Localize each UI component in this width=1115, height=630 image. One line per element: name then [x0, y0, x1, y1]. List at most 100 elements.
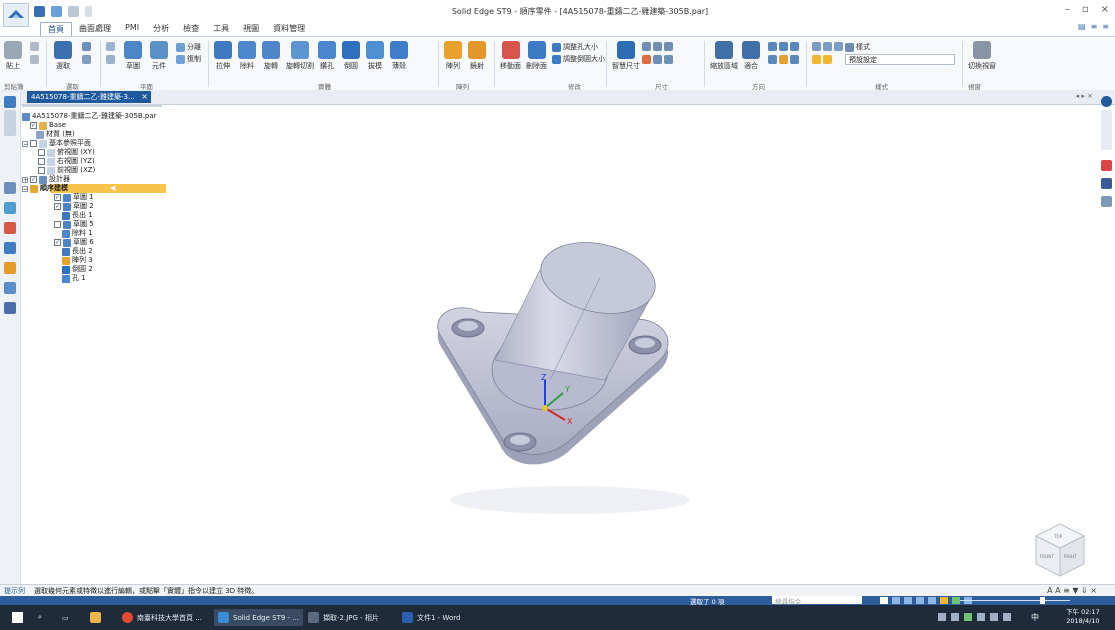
taskbar-item-solid-edge[interactable]: Solid Edge ST9 - ... [214, 609, 303, 626]
select-filter-button[interactable] [82, 42, 91, 51]
save-icon[interactable] [34, 5, 45, 17]
pathfinder-icon[interactable] [4, 96, 16, 108]
mirror-button[interactable]: 鏡射 [468, 41, 486, 71]
visibility-checkbox[interactable] [38, 167, 45, 174]
visibility-checkbox[interactable]: ✓ [54, 203, 61, 210]
task-view-button[interactable]: ▭ [62, 609, 69, 626]
revolve-cut-button[interactable]: 旋轉切割 [286, 41, 314, 71]
volume-icon[interactable] [990, 613, 998, 621]
solid-edge-portal-tab[interactable] [1101, 110, 1112, 150]
feature-library-icon[interactable] [4, 262, 16, 274]
zoom-icon[interactable] [892, 597, 900, 604]
cutout-button[interactable]: 除料 [238, 41, 256, 71]
rollback-arrow-icon[interactable]: ◀ [110, 184, 115, 193]
solid-edge-logo-icon[interactable] [3, 3, 29, 27]
thin-wall-button[interactable]: 薄殼 [390, 41, 408, 71]
tree-item-plane-xz[interactable]: 前視圖 (XZ) [38, 166, 95, 175]
taskbar-item-word[interactable]: 文件1 - Word [402, 609, 460, 626]
document-tab[interactable]: 4A515078-重鑄二乙-雞建築-3... × [27, 91, 151, 103]
tree-root[interactable]: 4A515078-重鑄二乙-雞建築-305B.par [22, 112, 157, 121]
youtube-icon[interactable] [1101, 160, 1112, 171]
ribbon-layout-icon[interactable]: ▤ [1078, 22, 1086, 31]
visibility-checkbox[interactable]: ✓ [54, 239, 61, 246]
network-icon[interactable] [977, 613, 985, 621]
dimension-tools[interactable] [642, 42, 673, 51]
tray-icon[interactable] [964, 613, 972, 621]
plane-button[interactable] [106, 42, 115, 51]
tab-navigation[interactable]: ◂ ▸ × [1076, 92, 1093, 100]
view-tools[interactable] [768, 42, 799, 51]
clock[interactable]: 下午 02:17 2018/4/10 [1066, 608, 1100, 626]
tray-icon[interactable] [938, 613, 946, 621]
move-face-button[interactable]: 移動面 [500, 41, 521, 71]
shaded-icon[interactable] [940, 597, 948, 604]
split-button[interactable]: 分離 [176, 42, 201, 52]
tree-item-pattern3[interactable]: 陣列 3 [62, 256, 93, 265]
minimize-button[interactable]: – [1065, 4, 1070, 15]
fit-button[interactable]: 適合 [742, 41, 760, 71]
ribbon-options-icon[interactable]: ≡ [1102, 22, 1109, 31]
family-parts-icon[interactable] [4, 222, 16, 234]
part-model[interactable]: Z X Y [400, 230, 720, 520]
pan-icon[interactable] [916, 597, 924, 604]
tree-item-sketch6[interactable]: ✓ 草圖 6 [54, 238, 94, 247]
fit-icon[interactable] [904, 597, 912, 604]
ime-indicator[interactable]: 中 [1031, 612, 1039, 623]
tree-item-plane-xy[interactable]: 俯視圖 (XY) [38, 148, 95, 157]
select-button[interactable]: 選取 [54, 41, 72, 71]
plane-2-button[interactable] [106, 55, 115, 64]
visibility-checkbox[interactable] [38, 158, 45, 165]
style-button[interactable]: 樣式 [845, 42, 870, 52]
tab-analysis[interactable]: 分析 [146, 22, 176, 36]
tree-item-sketch2[interactable]: ✓ 草圖 2 [54, 202, 94, 211]
sketch-button[interactable]: 草圖 [124, 41, 142, 71]
zoom-area-button[interactable]: 縮放區域 [710, 41, 738, 71]
delete-face-button[interactable]: 刪除面 [526, 41, 547, 71]
duplicate-button[interactable]: 復制 [176, 54, 201, 64]
visibility-checkbox[interactable]: ✓ [54, 194, 61, 201]
undo-icon[interactable] [51, 5, 62, 17]
revolve-button[interactable]: 旋轉 [262, 41, 280, 71]
visibility-checkbox[interactable] [38, 149, 45, 156]
help-icon[interactable] [1101, 96, 1112, 107]
maximize-button[interactable]: ▫ [1082, 4, 1089, 15]
view-cube[interactable]: TOP FRONT RIGHT [1030, 520, 1090, 580]
tab-data-management[interactable]: 資料管理 [266, 22, 312, 36]
resize-round-button[interactable]: 調整倒圓大小 [552, 54, 605, 64]
arrow-icon[interactable] [880, 597, 888, 604]
select-box-button[interactable] [82, 55, 91, 64]
style-select[interactable]: 預設設定 [845, 54, 955, 65]
properties-icon[interactable] [4, 282, 16, 294]
redo-icon[interactable] [68, 5, 79, 17]
tab-home[interactable]: 首頁 [40, 22, 72, 36]
collapse-icon[interactable]: − [22, 140, 28, 147]
tree-item-ordered[interactable]: − 順序建模 ◀ [22, 184, 115, 193]
start-button[interactable] [12, 609, 23, 626]
copy-button[interactable] [30, 55, 39, 64]
round-button[interactable]: 倒圓 [342, 41, 360, 71]
relate-tools[interactable] [642, 55, 673, 64]
tree-item-material[interactable]: 材質 (無) [36, 130, 75, 139]
visibility-checkbox[interactable]: ✓ [30, 122, 37, 129]
tab-surfacing[interactable]: 曲面處理 [72, 22, 118, 36]
taskbar-item-photos[interactable]: 擷取-2.JPG - 相片 [308, 609, 379, 626]
visibility-checkbox[interactable] [54, 221, 61, 228]
prompt-controls[interactable]: A A ≡ ▼ ⇓ × [1047, 586, 1097, 595]
tree-item-protrusion1[interactable]: 長出 1 [62, 211, 93, 220]
command-search-input[interactable]: 搜尋指令 [772, 596, 862, 606]
close-tab-icon[interactable]: × [141, 91, 148, 103]
hole-button[interactable]: 鑽孔 [318, 41, 336, 71]
tree-item-sketch1[interactable]: ✓ 草圖 1 [54, 193, 94, 202]
variables-icon[interactable] [4, 242, 16, 254]
expand-icon[interactable]: + [22, 176, 28, 183]
view-icon[interactable] [952, 597, 960, 604]
tree-item-base[interactable]: ✓ Base [30, 121, 66, 130]
tab-view[interactable]: 視圖 [236, 22, 266, 36]
cut-button[interactable] [30, 42, 39, 51]
extrude-button[interactable]: 拉伸 [214, 41, 232, 71]
smart-dimension-button[interactable]: 智慧尺寸 [612, 41, 640, 71]
community-icon[interactable] [1101, 196, 1112, 207]
taskbar-item-chrome[interactable]: 南臺科技大學首頁 ... [122, 609, 202, 626]
tray-icon[interactable] [951, 613, 959, 621]
resize-hole-button[interactable]: 調整孔大小 [552, 42, 598, 52]
